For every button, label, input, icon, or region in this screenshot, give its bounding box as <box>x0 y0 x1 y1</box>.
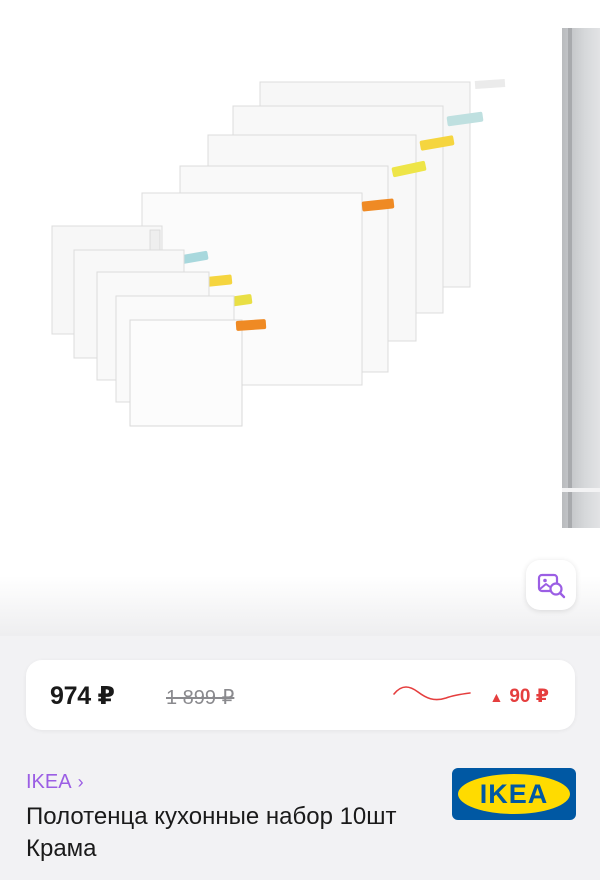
ikea-logo[interactable]: IKEA <box>452 768 576 820</box>
old-price: 1 899 ₽ <box>166 687 235 709</box>
triangle-up-icon: ▲ <box>489 688 504 705</box>
image-search-icon <box>537 573 566 599</box>
next-product-photo[interactable] <box>562 28 600 528</box>
chevron-right-icon: › <box>77 772 84 792</box>
price-trend-sparkline <box>393 686 471 701</box>
price-card[interactable]: 974 ₽ 1 899 ₽ ▲ 90 ₽ <box>26 660 575 730</box>
price-change: ▲ 90 ₽ <box>490 685 550 708</box>
product-gallery[interactable] <box>0 0 600 636</box>
product-photo[interactable] <box>0 0 560 636</box>
image-search-button[interactable] <box>526 560 576 610</box>
price-change-value: 90 ₽ <box>509 686 549 707</box>
logo-text: IKEA <box>480 779 549 809</box>
gallery-fade <box>0 576 600 636</box>
brand-name: IKEA <box>26 771 72 793</box>
brand-link[interactable]: IKEA › <box>26 771 84 794</box>
current-price: 974 ₽ <box>50 682 115 710</box>
product-title: Полотенца кухонные набор 10шт Крама <box>26 803 397 862</box>
